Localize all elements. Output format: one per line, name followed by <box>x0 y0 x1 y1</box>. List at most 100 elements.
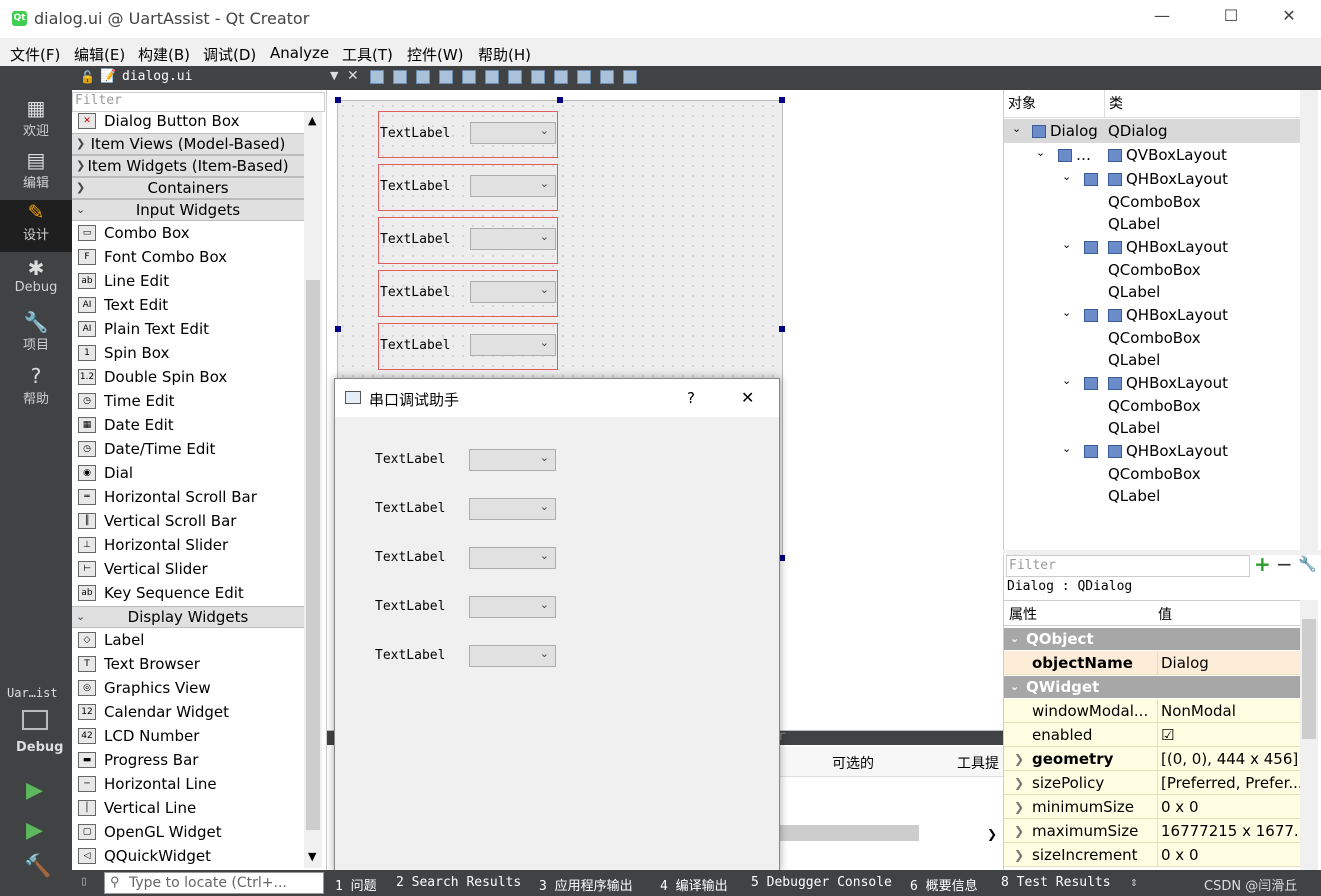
selection-handle[interactable] <box>557 97 563 103</box>
scroll-right-icon[interactable]: ❯ <box>987 827 997 841</box>
widget-item[interactable]: ◇ Label <box>72 628 304 652</box>
column-class[interactable]: 类 <box>1104 90 1300 118</box>
property-value[interactable]: 0 x 0 <box>1157 843 1300 867</box>
chevron-down-icon[interactable]: ⌄ <box>1062 374 1071 387</box>
context-help-button[interactable]: ? <box>687 389 695 407</box>
category-containers[interactable]: ❯ Containers <box>72 177 304 199</box>
text-label[interactable]: TextLabel <box>380 232 450 247</box>
column-object[interactable]: 对象 <box>1004 90 1104 118</box>
property-row[interactable]: ❯ sizePolicy [Preferred, Prefer... <box>1004 771 1300 795</box>
selection-handle[interactable] <box>335 97 341 103</box>
menu-tools[interactable]: 工具(T) <box>342 44 393 65</box>
scrollbar-thumb[interactable] <box>1302 619 1316 739</box>
combo-box[interactable]: ⌄ <box>470 228 556 250</box>
locator-input[interactable]: Type to locate (Ctrl+... <box>104 872 324 894</box>
scrollbar-thumb[interactable] <box>306 280 320 830</box>
selection-handle[interactable] <box>779 326 785 332</box>
widget-item[interactable]: ⊢ Vertical Slider <box>72 557 304 581</box>
layout-splitter-v-icon[interactable] <box>531 70 545 84</box>
chevron-down-icon[interactable]: ▼ <box>330 69 338 82</box>
hbox-layout-icon[interactable] <box>1084 306 1102 324</box>
scroll-down-icon[interactable]: ▼ <box>308 850 316 863</box>
property-value[interactable]: 0 x 0 <box>1157 795 1300 819</box>
chevron-right-icon[interactable]: ❯ <box>1014 795 1024 819</box>
preview-close-button[interactable]: ✕ <box>741 388 754 407</box>
kit-name[interactable]: Uar…ist <box>7 686 58 700</box>
property-value[interactable]: NonModal <box>1157 699 1300 723</box>
mode-welcome[interactable]: ▦ 欢迎 <box>0 96 72 148</box>
tab-compile-output[interactable]: 4 编译输出 <box>660 875 728 894</box>
close-button[interactable]: ✕ <box>1266 6 1312 32</box>
text-label[interactable]: TextLabel <box>380 126 450 141</box>
chevron-down-icon[interactable]: ⌄ <box>1062 306 1071 319</box>
selection-handle[interactable] <box>335 326 341 332</box>
menu-widgets[interactable]: 控件(W) <box>407 44 464 65</box>
hbox-layout-icon[interactable] <box>1084 238 1102 256</box>
toggle-sidebar-icon[interactable]: ▯ <box>80 874 88 889</box>
chevron-down-icon[interactable]: ⌄ <box>1062 442 1071 455</box>
widget-item[interactable]: T Text Browser <box>72 652 304 676</box>
widget-item[interactable]: ▬ Progress Bar <box>72 748 304 772</box>
build-hammer-icon[interactable]: 🔨 <box>24 854 51 879</box>
tab-application-output[interactable]: 3 应用程序输出 <box>539 875 633 894</box>
property-row[interactable]: ❯ minimumSize 0 x 0 <box>1004 795 1300 819</box>
widget-item[interactable]: ab Line Edit <box>72 269 304 293</box>
tree-row[interactable]: QComboBox <box>1108 261 1201 279</box>
monitor-icon[interactable] <box>22 710 48 730</box>
property-row[interactable]: enabled ☑ <box>1004 723 1300 747</box>
widget-item[interactable]: ▢ OpenGL Widget <box>72 820 304 844</box>
tree-row[interactable]: QComboBox <box>1108 193 1201 211</box>
tree-row[interactable]: QLabel <box>1108 215 1160 233</box>
mode-design[interactable]: ✎ 设计 <box>0 200 72 252</box>
tab-issues[interactable]: 1 问题 <box>335 875 377 894</box>
widget-item[interactable]: ▦ Date Edit <box>72 413 304 437</box>
text-label[interactable]: TextLabel <box>380 338 450 353</box>
mode-projects[interactable]: 🔧 项目 <box>0 310 72 362</box>
column-optional[interactable]: 可选的 <box>832 753 874 773</box>
column-tooltip[interactable]: 工具提 <box>957 753 999 773</box>
widget-item[interactable]: ◁ QQuickWidget <box>72 844 304 868</box>
adjust-size-icon[interactable] <box>623 70 637 84</box>
widget-item[interactable]: 12 Calendar Widget <box>72 700 304 724</box>
mode-help[interactable]: ? 帮助 <box>0 364 72 416</box>
combo-box[interactable]: ⌄ <box>469 547 556 569</box>
debug-run-icon[interactable]: ▶ <box>26 818 43 843</box>
combo-box[interactable]: ⌄ <box>470 334 556 356</box>
layout-vertical-icon[interactable] <box>485 70 499 84</box>
combo-box[interactable]: ⌄ <box>469 498 556 520</box>
chevron-updown-icon[interactable]: ⇕ <box>1130 875 1138 890</box>
horizontal-scrollbar-thumb[interactable] <box>779 825 919 841</box>
widget-item[interactable]: ║ Vertical Scroll Bar <box>72 509 304 533</box>
layout-grid-icon[interactable] <box>577 70 591 84</box>
hbox-layout-icon[interactable] <box>1084 374 1102 392</box>
chevron-right-icon[interactable]: ❯ <box>1014 843 1024 867</box>
widget-item[interactable]: 42 LCD Number <box>72 724 304 748</box>
widget-item[interactable]: │ Vertical Line <box>72 796 304 820</box>
menu-edit[interactable]: 编辑(E) <box>74 44 125 65</box>
layout-form-icon[interactable] <box>554 70 568 84</box>
chevron-right-icon[interactable]: ❯ <box>1014 771 1024 795</box>
widget-item[interactable]: ⊥ Horizontal Slider <box>72 533 304 557</box>
chevron-right-icon[interactable]: ❯ <box>1014 747 1024 771</box>
property-filter-input[interactable]: Filter <box>1006 555 1250 577</box>
category-item-widgets[interactable]: ❯ Item Widgets (Item-Based) <box>72 155 304 177</box>
widget-item[interactable]: ◷ Time Edit <box>72 389 304 413</box>
widget-item[interactable]: 1 Spin Box <box>72 341 304 365</box>
close-document-icon[interactable]: ✕ <box>347 68 359 84</box>
tree-row[interactable]: QComboBox <box>1108 397 1201 415</box>
combo-box[interactable]: ⌄ <box>470 122 556 144</box>
widget-item[interactable]: F Font Combo Box <box>72 245 304 269</box>
tree-row[interactable]: QLabel <box>1108 419 1160 437</box>
add-property-icon[interactable]: + <box>1254 552 1271 576</box>
property-row[interactable]: ❯ sizeIncrement 0 x 0 <box>1004 843 1300 867</box>
widget-item[interactable]: 1.2 Double Spin Box <box>72 365 304 389</box>
property-value[interactable]: ☑ <box>1157 723 1300 747</box>
edit-buddies-icon[interactable] <box>416 70 430 84</box>
form-row[interactable]: TextLabel ⌄ <box>378 111 558 158</box>
tab-test-results[interactable]: 8 Test Results <box>1001 875 1111 890</box>
category-display-widgets[interactable]: ⌄ Display Widgets <box>72 606 304 628</box>
text-label[interactable]: TextLabel <box>380 179 450 194</box>
tab-general-messages[interactable]: 6 概要信息 <box>910 875 978 894</box>
form-row[interactable]: TextLabel ⌄ <box>378 323 558 370</box>
chevron-right-icon[interactable]: ❯ <box>1014 819 1024 843</box>
